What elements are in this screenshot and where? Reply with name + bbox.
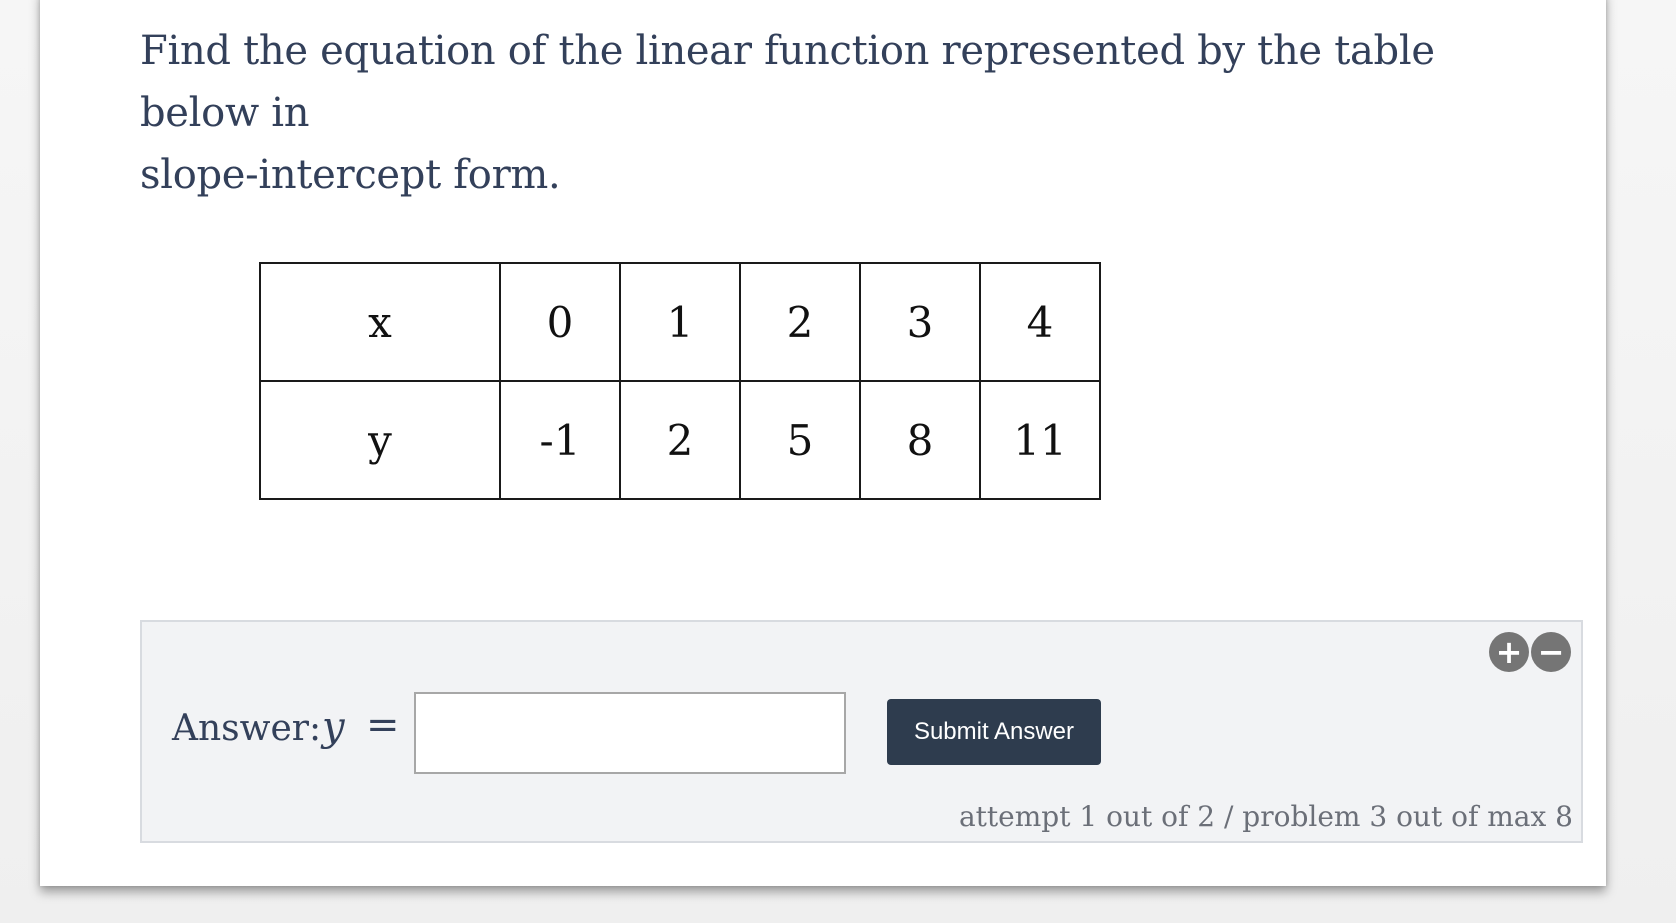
answer-panel: + − Answer: y = Submit Answer attempt 1 … bbox=[140, 620, 1583, 843]
table-cell: -1 bbox=[499, 380, 621, 500]
attempt-status: attempt 1 out of 2 / problem 3 out of ma… bbox=[958, 800, 1573, 833]
answer-label: Answer: bbox=[172, 708, 322, 749]
table-row-y: y -1 2 5 8 11 bbox=[259, 380, 1101, 500]
answer-variable: y bbox=[322, 704, 345, 750]
table-cell: 11 bbox=[979, 380, 1101, 500]
question-line-1: Find the equation of the linear function… bbox=[140, 28, 1435, 136]
zoom-controls: + − bbox=[1487, 632, 1571, 672]
minus-circle-icon[interactable]: − bbox=[1531, 632, 1571, 672]
submit-answer-button[interactable]: Submit Answer bbox=[887, 699, 1101, 765]
problem-card: Find the equation of the linear function… bbox=[40, 0, 1606, 886]
answer-input[interactable] bbox=[414, 692, 846, 774]
equals-sign: = bbox=[366, 702, 400, 748]
table-cell: 8 bbox=[859, 380, 981, 500]
table-cell: 2 bbox=[619, 380, 741, 500]
page-background: Find the equation of the linear function… bbox=[0, 0, 1676, 923]
plus-circle-icon[interactable]: + bbox=[1489, 632, 1529, 672]
table-cell: 1 bbox=[619, 262, 741, 382]
values-table: x 0 1 2 3 4 y -1 2 5 8 11 bbox=[259, 262, 1101, 500]
table-cell: 2 bbox=[739, 262, 861, 382]
table-cell: 0 bbox=[499, 262, 621, 382]
question-line-2: slope-intercept form. bbox=[140, 152, 561, 198]
table-header-x: x bbox=[259, 262, 501, 382]
table-cell: 5 bbox=[739, 380, 861, 500]
table-header-y: y bbox=[259, 380, 501, 500]
table-cell: 3 bbox=[859, 262, 981, 382]
table-row-x: x 0 1 2 3 4 bbox=[259, 262, 1101, 382]
question-text: Find the equation of the linear function… bbox=[140, 20, 1560, 206]
table-cell: 4 bbox=[979, 262, 1101, 382]
